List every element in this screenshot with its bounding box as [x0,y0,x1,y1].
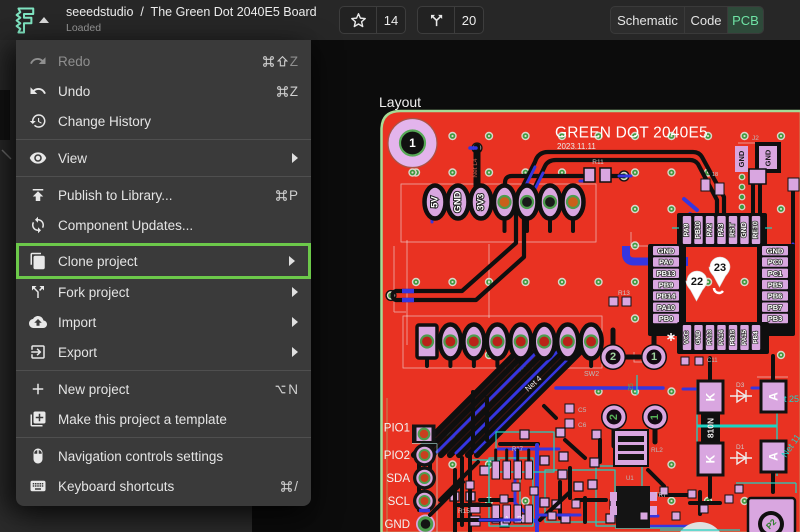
svg-text:PB15: PB15 [730,329,737,345]
svg-text:2: 2 [610,351,616,363]
svg-text:25: 25 [628,383,635,391]
svg-text:1: 1 [651,351,657,363]
svg-text:PA14: PA14 [718,329,725,345]
svg-text:K: K [704,392,718,401]
svg-text:GREEN DOT 2040E5: GREEN DOT 2040E5 [555,125,708,142]
svg-text:C11: C11 [707,358,718,364]
svg-text:J2: J2 [752,135,759,142]
svg-text:SDA: SDA [386,473,410,485]
svg-text:GND: GND [453,191,464,212]
svg-text:GND: GND [764,149,773,166]
svg-text:Net L4: Net L4 [472,158,479,178]
svg-text:GND: GND [384,519,410,531]
svg-text:K: K [704,454,718,463]
svg-text:5V: 5V [430,196,441,208]
svg-text:C6: C6 [578,422,587,429]
svg-text:PB13: PB13 [657,269,676,278]
svg-text:GND: GND [741,222,748,238]
svg-text:PB9: PB9 [659,280,674,289]
svg-text:PB4: PB4 [753,331,760,344]
svg-text:PB5: PB5 [768,280,783,289]
svg-text:SCL: SCL [388,496,411,508]
svg-text:PA0: PA0 [659,258,673,267]
svg-text:PA9: PA9 [684,223,691,236]
svg-text:D3: D3 [736,382,745,389]
svg-text:PC0: PC0 [768,258,783,267]
svg-text:PB7: PB7 [768,303,783,312]
svg-text:1: 1 [409,136,416,150]
svg-text:PA3: PA3 [718,223,725,236]
svg-text:22: 22 [691,276,703,288]
svg-text:PB6: PB6 [768,292,783,301]
svg-text:PIO2: PIO2 [384,450,410,462]
svg-text:GND: GND [737,150,746,167]
svg-text:810N: 810N [706,418,716,438]
svg-text:PB3: PB3 [768,314,783,323]
svg-text:PA15: PA15 [741,329,748,345]
svg-text:GND: GND [658,246,675,255]
svg-text:2: 2 [608,414,620,420]
svg-text:R15: R15 [458,508,470,515]
svg-text:U1: U1 [626,476,634,482]
svg-text:D1: D1 [736,444,745,451]
svg-text:C5: C5 [578,407,587,414]
svg-text:RST: RST [730,222,737,237]
svg-text:PA10: PA10 [657,303,675,312]
svg-text:1: 1 [649,414,661,420]
svg-text:GND: GND [695,330,702,344]
svg-text:t 25: t 25 [784,394,799,404]
svg-text:R13: R13 [618,290,630,297]
svg-text:A: A [767,392,781,401]
svg-text:VCC: VCC [684,330,691,344]
svg-text:3V3: 3V3 [476,194,487,211]
svg-text:18: 18 [712,172,718,178]
svg-text:PA13: PA13 [707,329,714,345]
svg-text:R11: R11 [592,159,604,166]
svg-text:PC1: PC1 [768,269,783,278]
svg-text:SW2: SW2 [584,371,599,378]
svg-text:RL2: RL2 [651,447,663,454]
svg-text:PB10: PB10 [695,221,702,239]
svg-text:PB14: PB14 [657,292,677,301]
svg-text:TR7: TR7 [655,493,667,499]
svg-text:2023.11.11: 2023.11.11 [557,142,596,151]
svg-text:PIO1: PIO1 [384,423,410,435]
svg-text:PA2: PA2 [707,223,714,236]
svg-text:A: A [767,452,781,461]
svg-text:23: 23 [714,262,726,274]
svg-text:PB0: PB0 [659,314,674,323]
svg-text:RE10: RE10 [753,221,760,239]
svg-text:GND: GND [767,246,784,255]
